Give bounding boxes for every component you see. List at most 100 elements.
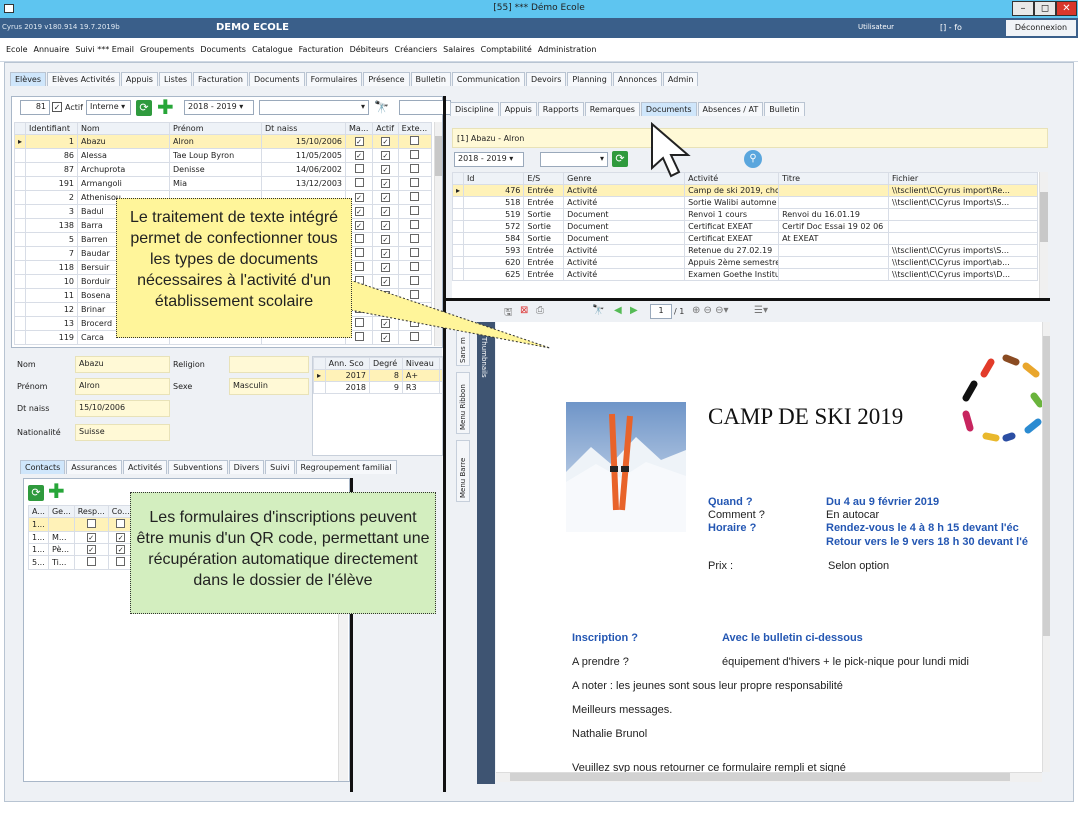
contact-tab-1[interactable]: Assurances: [66, 460, 122, 474]
module-tab-4[interactable]: Facturation: [193, 72, 248, 86]
right-tab-3[interactable]: Remarques: [584, 102, 640, 116]
checkbox[interactable]: ✓: [380, 179, 390, 188]
menu-item-11[interactable]: Administration: [535, 38, 600, 62]
table-row[interactable]: ▸20178A+8: [313, 369, 442, 382]
contact-tab-5[interactable]: Suivi: [265, 460, 295, 474]
menu-item-6[interactable]: Facturation: [296, 38, 347, 62]
menu-item-0[interactable]: Ecole: [3, 38, 31, 62]
logout-button[interactable]: Déconnexion: [1006, 20, 1076, 36]
menu-item-5[interactable]: Catalogue: [249, 38, 296, 62]
header-cell[interactable]: Id: [463, 172, 525, 185]
header-cell[interactable]: Niveau: [401, 357, 440, 370]
module-tab-8[interactable]: Bulletin: [410, 72, 451, 86]
header-cell[interactable]: E/S: [523, 172, 565, 185]
menu-item-3[interactable]: Groupements: [137, 38, 197, 62]
checkbox[interactable]: [354, 164, 364, 173]
checkbox[interactable]: ✓: [380, 151, 390, 160]
checkbox[interactable]: ✓: [354, 137, 364, 146]
table-row[interactable]: 191 Armangoli Mia 13/12/2003 ✓: [14, 176, 433, 191]
header-cell[interactable]: Degré: [369, 357, 403, 370]
table-row[interactable]: 620 Entrée Activité Appuis 2ème semestre \\t…: [452, 256, 1039, 269]
checkbox[interactable]: [410, 248, 420, 257]
table-row[interactable]: ▸476EntréeActivitéCamp de ski 2019, choi…: [452, 184, 1039, 197]
type-select[interactable]: Interne ▾: [86, 100, 131, 115]
viewer-vscrollbar[interactable]: [1042, 322, 1050, 772]
checkbox[interactable]: ✓: [116, 545, 126, 554]
checkbox[interactable]: [410, 136, 420, 145]
contacts-scrollbar[interactable]: [338, 599, 348, 781]
contact-tab-4[interactable]: Divers: [228, 460, 265, 474]
header-cell[interactable]: Dt naiss: [261, 122, 347, 135]
dtnaiss-field[interactable]: 15/10/2006: [75, 400, 170, 417]
header-cell[interactable]: Nom: [77, 122, 171, 135]
checkbox[interactable]: ✓: [86, 545, 96, 554]
table-row[interactable]: 20189R39: [313, 381, 442, 394]
sexe-field[interactable]: Masculin: [229, 378, 309, 395]
menu-item-1[interactable]: Annuaire: [31, 38, 73, 62]
checkbox[interactable]: ✓: [354, 151, 364, 160]
checkbox[interactable]: [354, 248, 364, 257]
actif-checkbox[interactable]: ✓: [52, 102, 62, 112]
module-tab-3[interactable]: Listes: [158, 72, 193, 86]
docs-filter-select[interactable]: ▾: [540, 152, 608, 167]
checkbox[interactable]: [410, 150, 420, 159]
right-tab-4[interactable]: Documents: [640, 102, 697, 116]
checkbox[interactable]: ✓: [354, 207, 364, 216]
header-cell[interactable]: Ann. Sco: [324, 357, 371, 370]
module-tab-2[interactable]: Appuis: [120, 72, 158, 86]
viewer-hscrollbar[interactable]: [496, 772, 1042, 782]
checkbox[interactable]: ✓: [380, 165, 390, 174]
docs-scrollbar[interactable]: [1039, 172, 1048, 298]
vertical-splitter[interactable]: [443, 96, 446, 792]
module-tab-7[interactable]: Présence: [363, 72, 410, 86]
add-icon[interactable]: ✚: [157, 97, 174, 117]
right-tab-5[interactable]: Absences / AT: [697, 102, 764, 116]
checkbox[interactable]: [410, 164, 420, 173]
module-tab-6[interactable]: Formulaires: [305, 72, 363, 86]
checkbox[interactable]: ✓: [354, 221, 364, 230]
right-tab-6[interactable]: Bulletin: [764, 102, 805, 116]
religion-field[interactable]: [229, 356, 309, 373]
prev-page-icon[interactable]: ◀: [614, 305, 622, 316]
table-row[interactable]: 1...: [28, 517, 134, 532]
right-tab-2[interactable]: Rapports: [537, 102, 584, 116]
header-cell[interactable]: Identifiant: [25, 122, 79, 135]
next-page-icon[interactable]: ▶: [630, 305, 638, 316]
header-cell[interactable]: Fichier: [887, 172, 1039, 185]
checkbox[interactable]: [116, 557, 126, 566]
table-row[interactable]: 86 Alessa Tae Loup Byron 11/05/2005 ✓ ✓: [14, 148, 433, 163]
checkbox[interactable]: ✓: [354, 193, 364, 202]
right-tab-0[interactable]: Discipline: [450, 102, 499, 116]
contacts-add-icon[interactable]: ✚: [48, 481, 65, 501]
checkbox[interactable]: ✓: [380, 193, 390, 202]
table-row[interactable]: 1... M... ✓ ✓: [28, 531, 134, 544]
checkbox[interactable]: [86, 519, 96, 528]
checkbox[interactable]: ✓: [380, 137, 390, 146]
checkbox[interactable]: [354, 234, 364, 243]
menu-item-8[interactable]: Créanciers: [392, 38, 441, 62]
contact-tab-6[interactable]: Regroupement familial: [295, 460, 397, 474]
header-cell[interactable]: Ma...: [345, 122, 374, 135]
close-button[interactable]: ✕: [1056, 1, 1077, 16]
prenom-field[interactable]: Alron: [75, 378, 170, 395]
table-row[interactable]: 593 Entrée Activité Retenue du 27.02.19 \\ts…: [452, 244, 1039, 257]
header-cell[interactable]: A...: [28, 505, 49, 518]
docs-year-select[interactable]: 2018 - 2019 ▾: [454, 152, 524, 167]
header-cell[interactable]: Resp...: [73, 505, 109, 518]
checkbox[interactable]: [410, 234, 420, 243]
table-row[interactable]: 519 Sortie Document Renvoi 1 cours Renvoi du…: [452, 208, 1039, 221]
maximize-button[interactable]: ◻: [1034, 1, 1056, 16]
table-row[interactable]: 1... Pè... ✓ ✓: [28, 543, 134, 556]
right-tab-1[interactable]: Appuis: [499, 102, 537, 116]
layout-icon[interactable]: ☰▾: [754, 305, 768, 316]
checkbox[interactable]: [354, 178, 364, 187]
header-cell[interactable]: [14, 122, 27, 135]
header-cell[interactable]: Exte...: [397, 122, 433, 135]
checkbox[interactable]: [116, 519, 126, 528]
year-select[interactable]: 2018 - 2019 ▾: [184, 100, 254, 115]
zoom-icon[interactable]: ⊕ ⊖ ⊖▾: [692, 305, 729, 316]
checkbox[interactable]: ✓: [86, 533, 96, 542]
docs-search-icon[interactable]: ⚲: [744, 150, 762, 168]
checkbox[interactable]: [86, 557, 96, 566]
header-cell[interactable]: Ge...: [47, 505, 75, 518]
